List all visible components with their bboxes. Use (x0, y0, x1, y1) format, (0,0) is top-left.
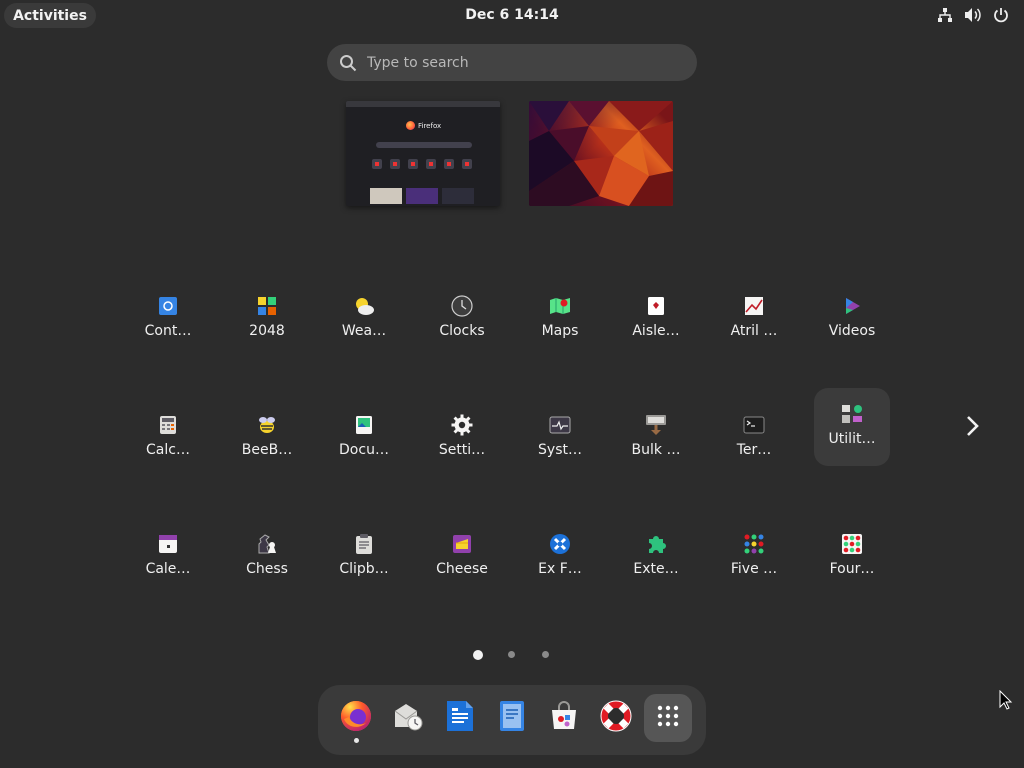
next-page-chevron-icon[interactable] (962, 414, 984, 438)
ex-falso-icon (549, 533, 571, 555)
terminal-icon (743, 414, 765, 436)
page-dot-2[interactable] (508, 651, 515, 658)
power-icon[interactable] (992, 6, 1010, 24)
firefox-top-sites (372, 159, 472, 169)
page-indicator (0, 650, 1024, 660)
clocks-icon (451, 295, 473, 317)
aisleriot-icon (645, 295, 667, 317)
cheese-icon (451, 533, 473, 555)
activities-button[interactable]: Activities (4, 3, 96, 28)
writer-icon (445, 700, 475, 736)
text-editor-icon (499, 700, 525, 736)
firefox-icon (406, 121, 415, 130)
clock-label[interactable]: Dec 6 14:14 (465, 7, 558, 23)
dock-help[interactable] (592, 694, 640, 742)
mail-clock-icon (392, 700, 424, 736)
app-system-monitor[interactable]: Syst… (522, 401, 598, 477)
beebeep-icon (256, 414, 278, 436)
help-icon (599, 699, 633, 737)
app-terminal[interactable]: Ter… (716, 401, 792, 477)
app-contacts[interactable]: Cont… (130, 282, 206, 358)
software-icon (548, 700, 580, 736)
workspace-thumbnail-1[interactable]: Firefox (346, 101, 500, 206)
settings-icon (451, 414, 473, 436)
dock-firefox[interactable] (332, 694, 380, 743)
search-input[interactable] (367, 54, 667, 71)
bulk-rename-icon (645, 414, 667, 436)
clock: Dec 6 14:14 (0, 7, 1024, 23)
dock-evolution[interactable] (384, 694, 432, 742)
network-icon[interactable] (936, 6, 954, 24)
app-grid-icon (657, 705, 679, 731)
firefox-search-field (376, 142, 472, 148)
dock (318, 685, 706, 755)
app-videos[interactable]: Videos (814, 282, 890, 358)
app-aisleriot[interactable]: Aisle… (618, 282, 694, 358)
app-maps[interactable]: Maps (522, 282, 598, 358)
five-or-more-icon (743, 533, 765, 555)
system-tray[interactable] (936, 6, 1010, 24)
firefox-window-title: Firefox (406, 121, 441, 130)
app-clocks[interactable]: Clocks (424, 282, 500, 358)
app-extensions[interactable]: Exte… (618, 520, 694, 596)
running-indicator (354, 738, 359, 743)
search-icon (339, 54, 357, 72)
app-five-or-more[interactable]: Five … (716, 520, 792, 596)
firefox-tabbar (346, 101, 500, 107)
extensions-icon (645, 533, 667, 555)
app-ex-falso[interactable]: Ex F… (522, 520, 598, 596)
four-in-a-row-icon (841, 533, 863, 555)
calculator-icon (157, 414, 179, 436)
page-dot-1[interactable] (473, 650, 483, 660)
wallpaper-image (529, 101, 673, 206)
dock-software[interactable] (540, 694, 588, 742)
app-chess[interactable]: Chess (229, 520, 305, 596)
app-bulk-rename[interactable]: Bulk … (618, 401, 694, 477)
calendar-icon (157, 533, 179, 555)
system-monitor-icon (549, 414, 571, 436)
dock-text-editor[interactable] (488, 694, 536, 742)
app-document-viewer[interactable]: Docu… (326, 401, 402, 477)
app-beebeep[interactable]: BeeB… (229, 401, 305, 477)
app-cheese[interactable]: Cheese (424, 520, 500, 596)
weather-icon (353, 295, 375, 317)
app-calculator[interactable]: Calc… (130, 401, 206, 477)
utilities-folder-icon (841, 403, 863, 425)
app-weather[interactable]: Wea… (326, 282, 402, 358)
dock-writer[interactable] (436, 694, 484, 742)
workspace-thumbnail-2[interactable] (529, 101, 673, 206)
document-viewer-icon (353, 414, 375, 436)
maps-icon (549, 295, 571, 317)
firefox-recommended (370, 188, 474, 204)
firefox-icon (339, 699, 373, 737)
top-bar: Activities Dec 6 14:14 (0, 0, 1024, 32)
show-applications-button[interactable] (644, 694, 692, 742)
app-2048[interactable]: 2048 (229, 282, 305, 358)
app-four-in-a-row[interactable]: Four… (814, 520, 890, 596)
app-atril[interactable]: Atril … (716, 282, 792, 358)
app-utilities-folder[interactable]: Utilit… (814, 388, 890, 466)
mouse-cursor-icon (999, 689, 1013, 710)
search-bar[interactable] (327, 44, 697, 81)
contacts-icon (157, 295, 179, 317)
videos-icon (841, 295, 863, 317)
chess-icon (256, 533, 278, 555)
atril-icon (743, 295, 765, 317)
app-settings[interactable]: Setti… (424, 401, 500, 477)
page-dot-3[interactable] (542, 651, 549, 658)
app-calendar[interactable]: Cale… (130, 520, 206, 596)
volume-icon[interactable] (964, 6, 982, 24)
app-clipboard[interactable]: Clipb… (326, 520, 402, 596)
2048-icon (256, 295, 278, 317)
clipboard-icon (353, 533, 375, 555)
